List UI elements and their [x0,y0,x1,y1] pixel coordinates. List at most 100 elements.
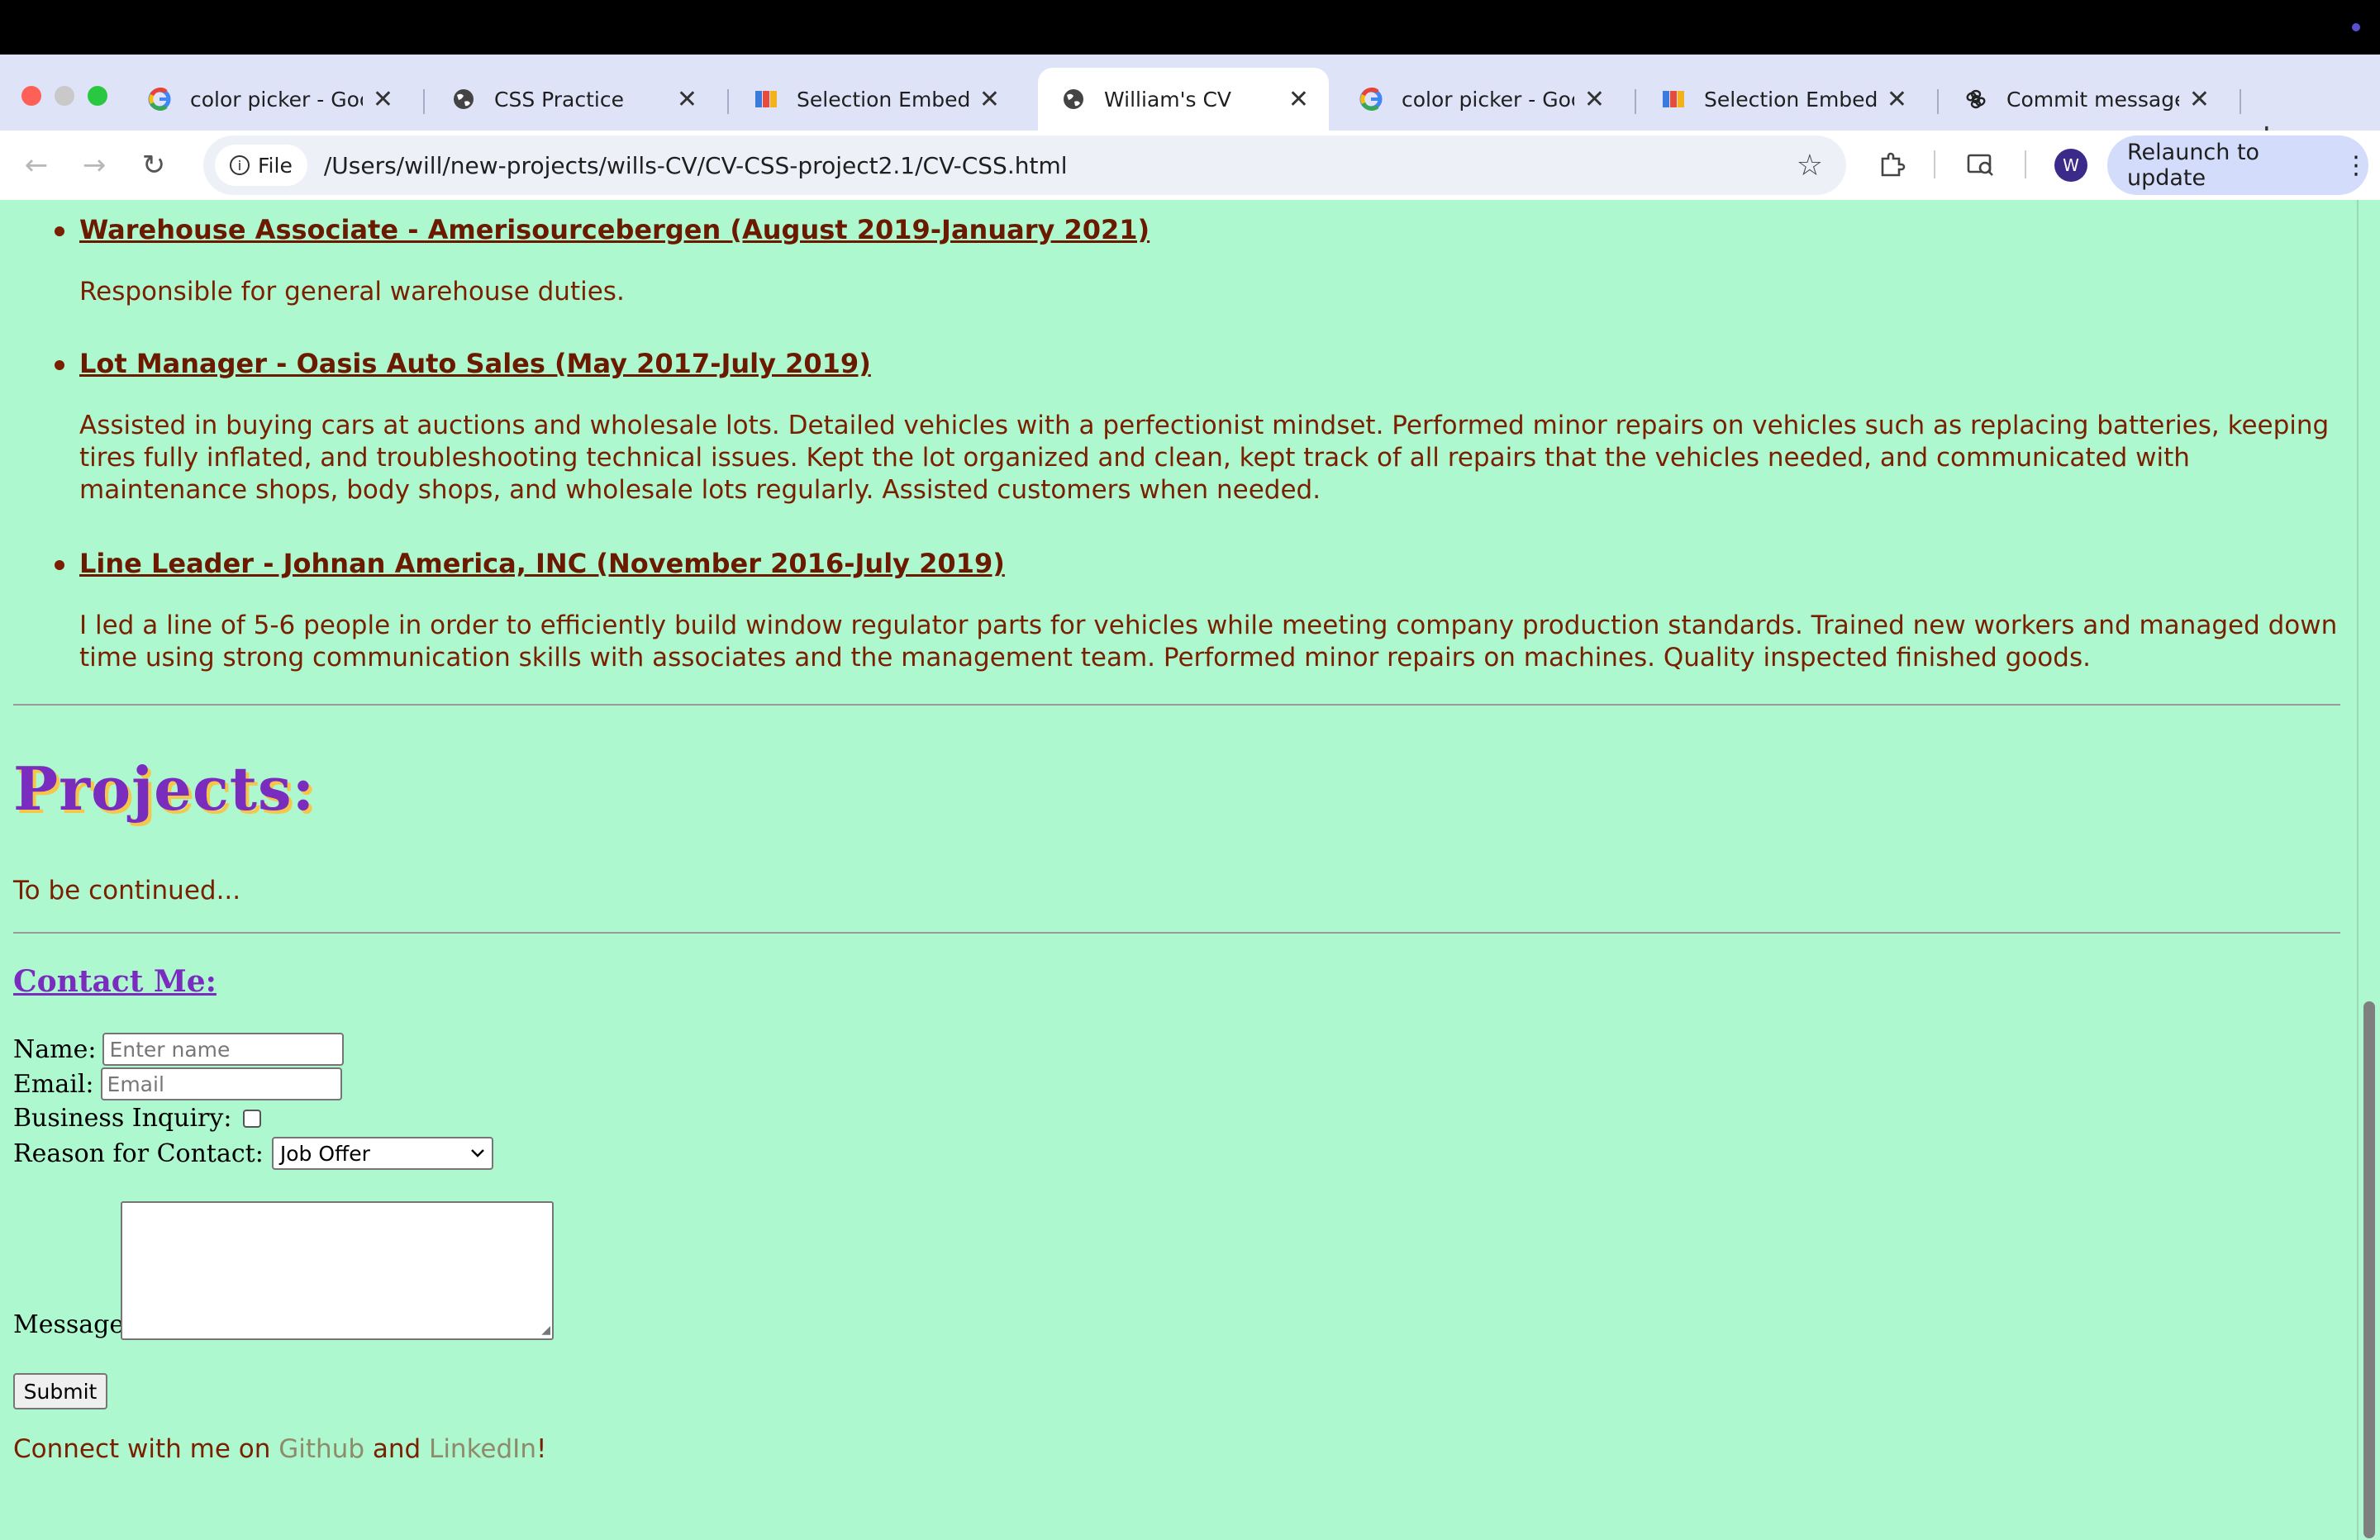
email-row: Email: [13,1067,342,1100]
tab-commit-message[interactable]: Commit message su ✕ [1940,68,2230,131]
projects-text: To be continued... [13,876,241,905]
tab-title: Selection Embed Co [1704,87,1877,112]
puzzle-icon [1661,87,1686,112]
vertical-scrollbar[interactable] [2357,200,2380,1540]
puzzle-icon [754,87,778,112]
business-inquiry-checkbox[interactable] [243,1109,262,1128]
tab-title: Selection Embed Co [797,87,969,112]
close-tab-icon[interactable]: ✕ [373,85,393,114]
tab-separator [423,89,425,114]
tab-selection-embed-2[interactable]: Selection Embed Co ✕ [1638,68,1927,131]
connect-line: Connect with me on Github and LinkedIn! [13,1434,546,1464]
tab-separator [2240,89,2241,114]
globe-icon [1061,87,1086,112]
business-row: Business Inquiry: [13,1104,262,1133]
page-viewport: Warehouse Associate - Amerisourcebergen … [0,200,2380,1540]
reason-row: Reason for Contact: Job Offer [13,1137,493,1170]
toolbar-separator [2025,150,2026,178]
menu-bar [0,0,2380,55]
tab-strip: color picker - Googl ✕ CSS Practice ✕ Se… [0,55,2380,155]
name-row: Name: [13,1033,345,1066]
github-link[interactable]: Github [278,1434,364,1464]
message-textarea[interactable]: ◢ [121,1201,554,1340]
email-label: Email: [13,1069,94,1099]
maximize-window-button[interactable] [88,86,107,106]
google-icon [1359,87,1383,112]
address-bar[interactable]: i File /Users/will/new-projects/wills-CV… [203,135,1846,195]
name-input[interactable] [102,1033,345,1066]
email-input[interactable] [100,1067,342,1100]
google-icon [147,87,172,112]
scrollbar-thumb[interactable] [2363,1001,2375,1538]
connect-suffix: ! [536,1434,547,1464]
job-title: Line Leader - Johnan America, INC (Novem… [79,548,1005,579]
tab-search-icon[interactable] [1962,145,2000,183]
job-item-warehouse: Warehouse Associate - Amerisourcebergen … [55,212,2344,308]
connect-middle: and [364,1434,430,1464]
profile-avatar[interactable]: W [2054,149,2087,182]
section-divider [13,704,2340,706]
reason-label: Reason for Contact: [13,1138,264,1168]
reason-select[interactable]: Job Offer [271,1137,493,1170]
section-divider [13,932,2340,934]
tab-color-picker-1[interactable]: color picker - Googl ✕ [124,68,413,131]
tab-title: color picker - Googl [1402,87,1574,112]
close-tab-icon[interactable]: ✕ [979,85,1000,114]
job-item-line-leader: Line Leader - Johnan America, INC (Novem… [55,545,2344,674]
tab-color-picker-2[interactable]: color picker - Googl ✕ [1335,68,1625,131]
back-arrow-icon[interactable]: ← [15,144,58,187]
site-info-chip[interactable]: i File [215,145,307,186]
toolbar-separator [1934,150,1935,178]
browser-toolbar: ← → ↻ i File /Users/will/new-projects/wi… [0,131,2380,200]
reload-icon[interactable]: ↻ [132,144,175,187]
tab-separator [1635,89,1636,114]
tab-title: CSS Practice [494,87,624,112]
resize-grip-icon[interactable]: ◢ [541,1324,550,1337]
extensions-puzzle-icon[interactable] [1873,145,1911,183]
contact-heading: Contact Me: [13,964,217,999]
forward-arrow-icon[interactable]: → [73,144,116,187]
site-chip-label: File [258,153,293,178]
tab-title: William's CV [1104,87,1232,112]
close-tab-icon[interactable]: ✕ [1288,85,1309,114]
name-label: Name: [13,1034,97,1064]
kebab-menu-icon[interactable]: ⋮ [2344,151,2368,180]
linkedin-link[interactable]: LinkedIn [429,1434,536,1464]
tab-css-practice[interactable]: CSS Practice ✕ [428,68,717,131]
list-bullet [55,226,64,236]
job-description: Assisted in buying cars at auctions and … [79,411,2330,505]
message-label: Message: [13,1310,133,1339]
tab-title: Commit message su [2006,87,2179,112]
job-description: I led a line of 5-6 people in order to e… [79,611,2338,673]
close-window-button[interactable] [21,86,41,106]
minimize-window-button[interactable] [55,86,74,106]
list-bullet [55,360,64,370]
relaunch-button[interactable]: Relaunch to update ⋮ [2107,135,2368,195]
tab-separator [727,89,729,114]
tab-title: color picker - Googl [190,87,363,112]
tab-selection-embed-1[interactable]: Selection Embed Co ✕ [731,68,1020,131]
projects-heading: Projects: [13,753,316,824]
job-description: Responsible for general warehouse duties… [79,277,625,307]
url-text[interactable]: /Users/will/new-projects/wills-CV/CV-CSS… [324,152,1797,179]
chevron-down-icon [470,1149,484,1157]
tab-separator [1937,89,1939,114]
job-title: Warehouse Associate - Amerisourcebergen … [79,214,1150,245]
tab-williams-cv[interactable]: William's CV ✕ [1038,68,1329,131]
job-item-lot-manager: Lot Manager - Oasis Auto Sales (May 2017… [55,345,2344,506]
close-tab-icon[interactable]: ✕ [1887,85,1907,114]
close-tab-icon[interactable]: ✕ [677,85,697,114]
reason-selected-value: Job Offer [279,1141,370,1166]
openai-icon [1963,87,1988,112]
submit-button[interactable]: Submit [13,1373,107,1409]
globe-icon [451,87,476,112]
close-tab-icon[interactable]: ✕ [2189,85,2210,114]
bookmark-star-icon[interactable]: ☆ [1797,149,1823,183]
close-tab-icon[interactable]: ✕ [1584,85,1605,114]
info-icon: i [230,155,250,175]
status-dot-icon [2352,23,2360,31]
connect-prefix: Connect with me on [13,1434,279,1464]
message-row: Message: [13,1310,132,1339]
business-inquiry-label: Business Inquiry: [13,1104,232,1133]
list-bullet [55,560,64,570]
